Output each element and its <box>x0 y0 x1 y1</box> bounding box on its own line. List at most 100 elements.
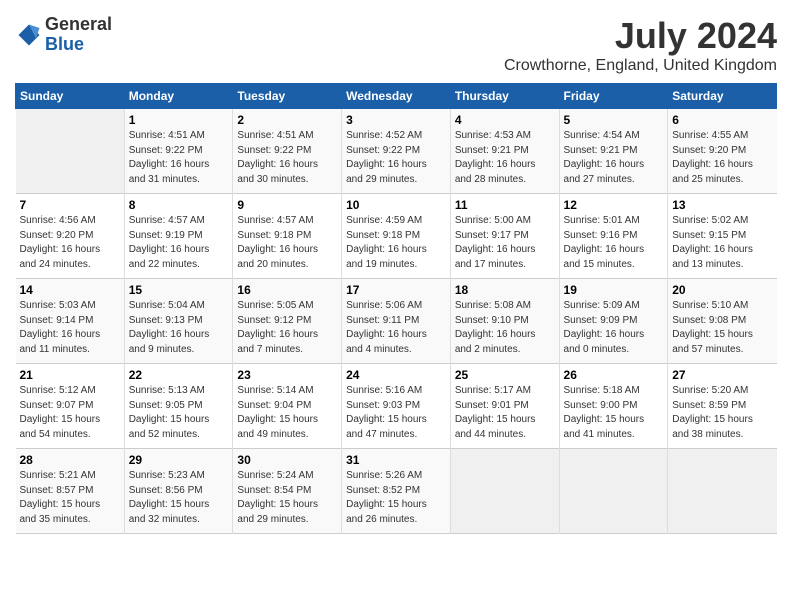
calendar-cell: 12 Sunrise: 5:01 AMSunset: 9:16 PMDayligh… <box>559 194 668 279</box>
calendar-cell: 9Sunrise: 4:57 AMSunset: 9:18 PMDaylight… <box>233 194 342 279</box>
calendar-week-row: 14Sunrise: 5:03 AMSunset: 9:14 PMDayligh… <box>16 279 777 364</box>
day-detail: Sunrise: 5:05 AMSunset: 9:12 PMDaylight:… <box>237 299 337 357</box>
day-detail: Sunrise: 5:02 AMSunset: 9:15 PMDaylight:… <box>672 214 772 272</box>
calendar-cell: 26 Sunrise: 5:18 AMSunset: 9:00 PMDayligh… <box>559 364 668 449</box>
day-detail: Sunrise: 5:21 AMSunset: 8:57 PMDaylight:… <box>20 469 120 527</box>
day-number: 3 <box>346 113 446 127</box>
col-monday: Monday <box>124 84 233 109</box>
calendar-cell: 30 Sunrise: 5:24 AMSunset: 8:54 PMDayligh… <box>233 449 342 534</box>
day-detail: Sunrise: 5:09 AMSunset: 9:09 PMDaylight:… <box>564 299 664 357</box>
day-number: 4 <box>455 113 555 127</box>
day-detail: Sunrise: 4:51 AMSunset: 9:22 PMDaylight:… <box>129 129 229 187</box>
calendar-cell: 27 Sunrise: 5:20 AMSunset: 8:59 PMDayligh… <box>668 364 777 449</box>
day-number: 10 <box>346 198 446 212</box>
calendar-cell: 4 Sunrise: 4:53 AMSunset: 9:21 PMDaylight… <box>450 109 559 194</box>
day-number: 23 <box>237 368 337 382</box>
calendar-cell: 6Sunrise: 4:55 AMSunset: 9:20 PMDaylight… <box>668 109 777 194</box>
day-number: 28 <box>20 453 120 467</box>
day-detail: Sunrise: 5:20 AMSunset: 8:59 PMDaylight:… <box>672 384 772 442</box>
title-block: July 2024 Crowthorne, England, United Ki… <box>504 15 777 75</box>
calendar-week-row: 21 Sunrise: 5:12 AMSunset: 9:07 PMDayligh… <box>16 364 777 449</box>
calendar-cell <box>559 449 668 534</box>
calendar-week-row: 1 Sunrise: 4:51 AMSunset: 9:22 PMDaylight… <box>16 109 777 194</box>
calendar-cell: 25 Sunrise: 5:17 AMSunset: 9:01 PMDayligh… <box>450 364 559 449</box>
day-number: 21 <box>20 368 120 382</box>
day-number: 1 <box>129 113 229 127</box>
calendar-cell <box>16 109 125 194</box>
day-number: 25 <box>455 368 555 382</box>
calendar-cell: 14Sunrise: 5:03 AMSunset: 9:14 PMDayligh… <box>16 279 125 364</box>
calendar-cell <box>450 449 559 534</box>
day-detail: Sunrise: 4:53 AMSunset: 9:21 PMDaylight:… <box>455 129 555 187</box>
col-saturday: Saturday <box>668 84 777 109</box>
col-sunday: Sunday <box>16 84 125 109</box>
day-detail: Sunrise: 5:18 AMSunset: 9:00 PMDaylight:… <box>564 384 664 442</box>
day-number: 13 <box>672 198 772 212</box>
calendar-cell: 10 Sunrise: 4:59 AMSunset: 9:18 PMDayligh… <box>342 194 451 279</box>
calendar-cell: 16 Sunrise: 5:05 AMSunset: 9:12 PMDayligh… <box>233 279 342 364</box>
day-number: 15 <box>129 283 229 297</box>
calendar-cell: 29Sunrise: 5:23 AMSunset: 8:56 PMDayligh… <box>124 449 233 534</box>
day-detail: Sunrise: 5:03 AMSunset: 9:14 PMDaylight:… <box>20 299 120 357</box>
calendar-cell: 5Sunrise: 4:54 AMSunset: 9:21 PMDaylight… <box>559 109 668 194</box>
day-number: 9 <box>237 198 337 212</box>
day-detail: Sunrise: 4:56 AMSunset: 9:20 PMDaylight:… <box>20 214 120 272</box>
calendar-table: Sunday Monday Tuesday Wednesday Thursday… <box>15 83 777 534</box>
page-header: General Blue July 2024 Crowthorne, Engla… <box>15 15 777 75</box>
calendar-cell: 7 Sunrise: 4:56 AMSunset: 9:20 PMDaylight… <box>16 194 125 279</box>
calendar-cell: 17 Sunrise: 5:06 AMSunset: 9:11 PMDayligh… <box>342 279 451 364</box>
day-detail: Sunrise: 5:23 AMSunset: 8:56 PMDaylight:… <box>129 469 229 527</box>
day-number: 27 <box>672 368 772 382</box>
col-thursday: Thursday <box>450 84 559 109</box>
day-number: 16 <box>237 283 337 297</box>
calendar-cell <box>668 449 777 534</box>
calendar-cell: 31 Sunrise: 5:26 AMSunset: 8:52 PMDayligh… <box>342 449 451 534</box>
calendar-week-row: 7 Sunrise: 4:56 AMSunset: 9:20 PMDaylight… <box>16 194 777 279</box>
day-detail: Sunrise: 5:17 AMSunset: 9:01 PMDaylight:… <box>455 384 555 442</box>
day-number: 8 <box>129 198 229 212</box>
calendar-cell: 21 Sunrise: 5:12 AMSunset: 9:07 PMDayligh… <box>16 364 125 449</box>
calendar-cell: 11 Sunrise: 5:00 AMSunset: 9:17 PMDayligh… <box>450 194 559 279</box>
month-year-title: July 2024 <box>504 15 777 57</box>
calendar-cell: 8Sunrise: 4:57 AMSunset: 9:19 PMDaylight… <box>124 194 233 279</box>
day-detail: Sunrise: 4:51 AMSunset: 9:22 PMDaylight:… <box>237 129 337 187</box>
day-number: 19 <box>564 283 664 297</box>
calendar-cell: 18 Sunrise: 5:08 AMSunset: 9:10 PMDayligh… <box>450 279 559 364</box>
calendar-cell: 15 Sunrise: 5:04 AMSunset: 9:13 PMDayligh… <box>124 279 233 364</box>
day-detail: Sunrise: 5:24 AMSunset: 8:54 PMDaylight:… <box>237 469 337 527</box>
day-number: 17 <box>346 283 446 297</box>
calendar-cell: 19 Sunrise: 5:09 AMSunset: 9:09 PMDayligh… <box>559 279 668 364</box>
day-detail: Sunrise: 5:26 AMSunset: 8:52 PMDaylight:… <box>346 469 446 527</box>
day-detail: Sunrise: 5:00 AMSunset: 9:17 PMDaylight:… <box>455 214 555 272</box>
day-detail: Sunrise: 5:04 AMSunset: 9:13 PMDaylight:… <box>129 299 229 357</box>
day-detail: Sunrise: 5:16 AMSunset: 9:03 PMDaylight:… <box>346 384 446 442</box>
day-detail: Sunrise: 5:06 AMSunset: 9:11 PMDaylight:… <box>346 299 446 357</box>
day-number: 7 <box>20 198 120 212</box>
calendar-week-row: 28 Sunrise: 5:21 AMSunset: 8:57 PMDayligh… <box>16 449 777 534</box>
day-detail: Sunrise: 5:10 AMSunset: 9:08 PMDaylight:… <box>672 299 772 357</box>
day-detail: Sunrise: 5:14 AMSunset: 9:04 PMDaylight:… <box>237 384 337 442</box>
logo-icon <box>15 21 43 49</box>
day-detail: Sunrise: 5:01 AMSunset: 9:16 PMDaylight:… <box>564 214 664 272</box>
day-number: 30 <box>237 453 337 467</box>
day-detail: Sunrise: 4:54 AMSunset: 9:21 PMDaylight:… <box>564 129 664 187</box>
day-number: 18 <box>455 283 555 297</box>
calendar-header-row: Sunday Monday Tuesday Wednesday Thursday… <box>16 84 777 109</box>
calendar-cell: 23 Sunrise: 5:14 AMSunset: 9:04 PMDayligh… <box>233 364 342 449</box>
col-wednesday: Wednesday <box>342 84 451 109</box>
calendar-cell: 3 Sunrise: 4:52 AMSunset: 9:22 PMDaylight… <box>342 109 451 194</box>
day-detail: Sunrise: 5:12 AMSunset: 9:07 PMDaylight:… <box>20 384 120 442</box>
day-detail: Sunrise: 5:13 AMSunset: 9:05 PMDaylight:… <box>129 384 229 442</box>
day-detail: Sunrise: 4:59 AMSunset: 9:18 PMDaylight:… <box>346 214 446 272</box>
day-number: 31 <box>346 453 446 467</box>
day-number: 22 <box>129 368 229 382</box>
day-number: 26 <box>564 368 664 382</box>
calendar-cell: 28 Sunrise: 5:21 AMSunset: 8:57 PMDayligh… <box>16 449 125 534</box>
calendar-cell: 22 Sunrise: 5:13 AMSunset: 9:05 PMDayligh… <box>124 364 233 449</box>
day-number: 11 <box>455 198 555 212</box>
calendar-cell: 13 Sunrise: 5:02 AMSunset: 9:15 PMDayligh… <box>668 194 777 279</box>
day-number: 12 <box>564 198 664 212</box>
day-detail: Sunrise: 4:52 AMSunset: 9:22 PMDaylight:… <box>346 129 446 187</box>
day-detail: Sunrise: 5:08 AMSunset: 9:10 PMDaylight:… <box>455 299 555 357</box>
day-number: 2 <box>237 113 337 127</box>
